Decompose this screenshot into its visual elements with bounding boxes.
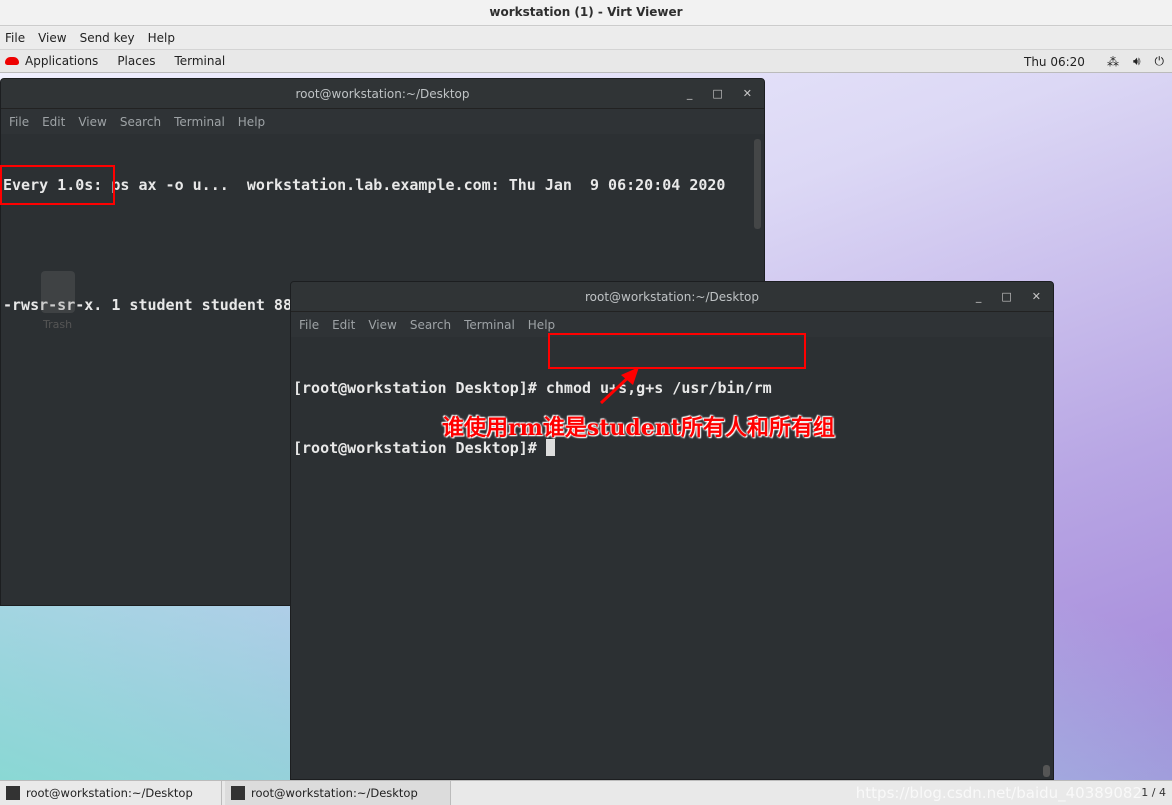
menu-file[interactable]: File [5, 31, 25, 45]
terminal-app-menu[interactable]: Terminal [174, 54, 225, 68]
close-button[interactable]: ✕ [743, 79, 752, 109]
terminal-icon [6, 786, 20, 800]
terminal-title: root@workstation:~/Desktop [584, 290, 760, 304]
annotation-text: 谁使用rm谁是student所有人和所有组 [442, 415, 835, 441]
network-icon[interactable]: ⁂ [1107, 55, 1119, 69]
menu-view[interactable]: View [78, 115, 106, 129]
applications-menu[interactable]: Applications [25, 54, 98, 68]
menu-edit[interactable]: Edit [42, 115, 65, 129]
scrollbar[interactable] [1043, 765, 1050, 777]
menu-terminal[interactable]: Terminal [174, 115, 225, 129]
places-menu[interactable]: Places [117, 54, 155, 68]
clock[interactable]: Thu 06:20 [1024, 55, 1085, 69]
menu-file[interactable]: File [9, 115, 29, 129]
trash-label: Trash [43, 318, 73, 331]
redhat-logo-icon [5, 57, 19, 65]
command-text: chmod u+s,g+s /usr/bin/rm [545, 379, 772, 397]
menu-send-key[interactable]: Send key [80, 31, 135, 45]
menu-help[interactable]: Help [238, 115, 265, 129]
watermark: https://blog.csdn.net/baidu_40389082 [855, 784, 1142, 802]
volume-icon[interactable]: 🔊︎ [1133, 54, 1141, 69]
window-title: workstation (1) - Virt Viewer [0, 0, 1172, 26]
minimize-button[interactable]: _ [687, 79, 693, 109]
highlight-box [548, 333, 806, 369]
menu-search[interactable]: Search [120, 115, 161, 129]
output-line: ​ [3, 235, 764, 255]
taskbar-item-active[interactable]: root@workstation:~/Desktop [225, 781, 451, 805]
menu-view[interactable]: View [38, 31, 66, 45]
power-icon[interactable]: ⏻ [1155, 54, 1165, 69]
scrollbar[interactable] [754, 139, 761, 229]
menu-terminal[interactable]: Terminal [464, 318, 515, 332]
taskbar: root@workstation:~/Desktop root@workstat… [0, 780, 1172, 805]
minimize-button[interactable]: _ [976, 282, 982, 312]
workspace-indicator[interactable]: 1 / 4 [1141, 786, 1166, 799]
menu-edit[interactable]: Edit [332, 318, 355, 332]
shell-prompt: [root@workstation Desktop]# [293, 379, 546, 397]
menu-help[interactable]: Help [148, 31, 175, 45]
taskbar-item[interactable]: root@workstation:~/Desktop [0, 781, 222, 805]
menu-search[interactable]: Search [410, 318, 451, 332]
menu-view[interactable]: View [368, 318, 396, 332]
highlight-box [0, 165, 115, 205]
trash-icon[interactable] [41, 271, 75, 313]
viewer-menubar: File View Send key Help [0, 27, 1172, 50]
menu-help[interactable]: Help [528, 318, 555, 332]
arrow-annotation-icon [599, 367, 639, 405]
close-button[interactable]: ✕ [1032, 282, 1041, 312]
menu-file[interactable]: File [299, 318, 319, 332]
terminal-title: root@workstation:~/Desktop [295, 87, 470, 101]
maximize-button[interactable]: □ [712, 79, 722, 109]
terminal-icon [231, 786, 245, 800]
maximize-button[interactable]: □ [1001, 282, 1011, 312]
output-line: Every 1.0s: ps ax -o u... workstation.la… [3, 176, 726, 194]
gnome-top-bar: Applications Places Terminal Thu 06:20 ⁂… [0, 50, 1172, 73]
